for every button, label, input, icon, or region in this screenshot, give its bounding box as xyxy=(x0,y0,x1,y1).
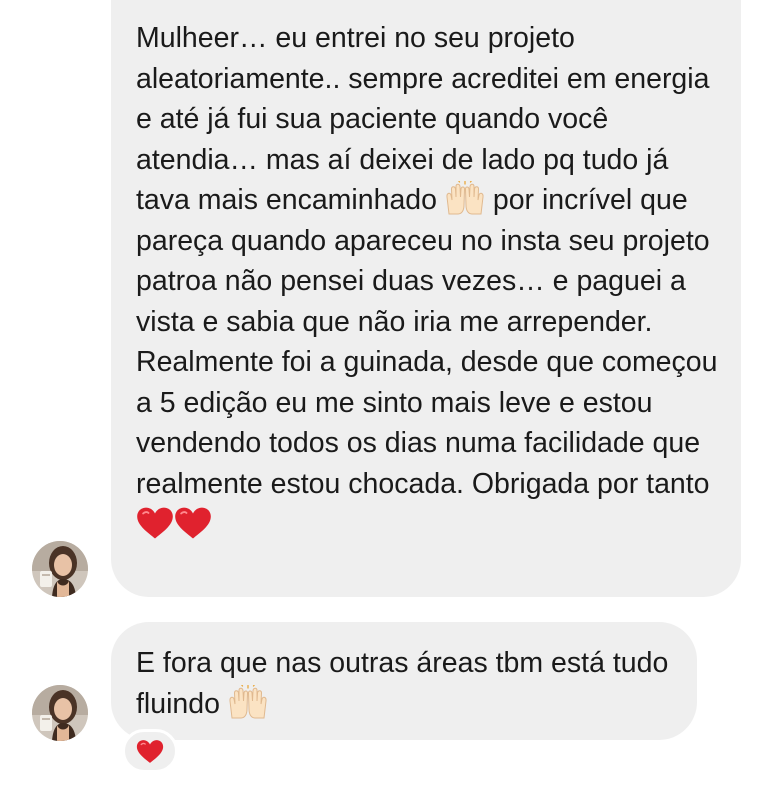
message-text: por incrível que pareça quando apareceu … xyxy=(136,184,718,500)
raising-hands-emoji xyxy=(228,685,268,719)
avatar-photo xyxy=(32,685,88,741)
avatar-photo xyxy=(32,541,88,597)
message-reaction[interactable] xyxy=(122,729,178,773)
sender-avatar[interactable] xyxy=(32,541,88,597)
sender-avatar[interactable] xyxy=(32,685,88,741)
message-text: E fora que nas outras áreas tbm está tud… xyxy=(136,647,669,720)
red-heart-emoji xyxy=(174,506,212,540)
message-bubble[interactable]: Mulheer… eu entrei no seu projeto aleato… xyxy=(111,0,741,597)
red-heart-emoji xyxy=(136,506,174,540)
red-heart-emoji xyxy=(136,739,164,764)
message-bubble[interactable]: E fora que nas outras áreas tbm está tud… xyxy=(111,622,697,740)
raising-hands-emoji xyxy=(445,181,485,215)
